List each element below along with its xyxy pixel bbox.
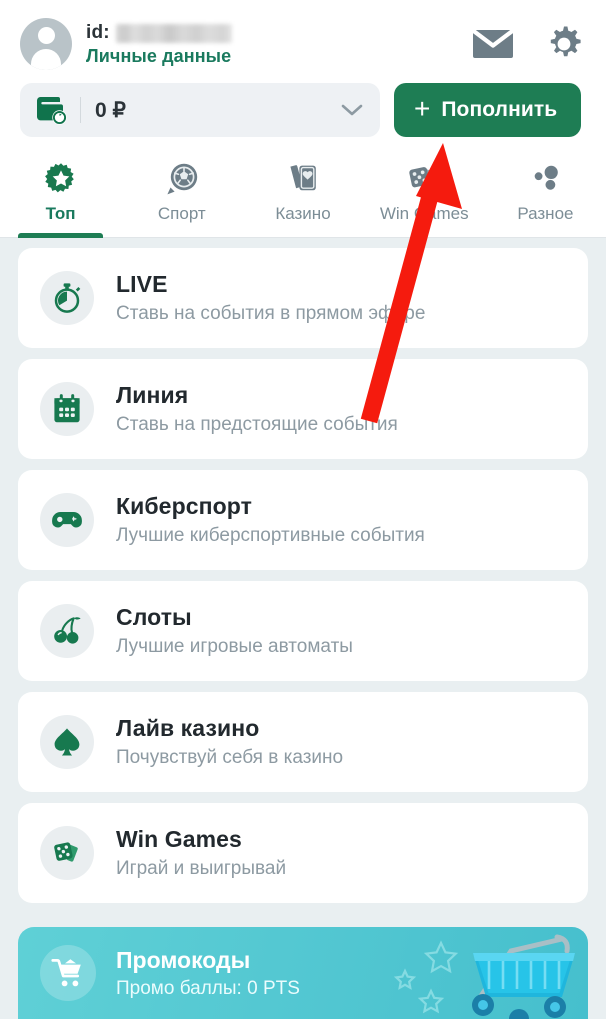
balance-amount: 0 ₽ xyxy=(95,98,126,122)
list-item-esports[interactable]: Киберспорт Лучшие киберспортивные событи… xyxy=(18,470,588,570)
user-id-label: id: xyxy=(86,21,110,43)
playing-cards-icon xyxy=(286,160,320,198)
list-item-subtitle: Лучшие киберспортивные события xyxy=(116,525,425,546)
list-item-text: Слоты Лучшие игровые автоматы xyxy=(116,604,353,658)
shopping-cart-icon xyxy=(40,945,96,1001)
user-id-line: id: xyxy=(86,22,232,44)
header-actions xyxy=(472,24,586,64)
tab-label: Топ xyxy=(45,204,76,223)
tab-label: Разное xyxy=(517,204,574,223)
stopwatch-icon xyxy=(40,271,94,325)
list-item-subtitle: Играй и выигрывай xyxy=(116,858,287,879)
personal-data-link[interactable]: Личные данные xyxy=(86,46,232,67)
wallet-refresh-icon xyxy=(34,94,68,126)
list-item-title: Слоты xyxy=(116,604,192,630)
list-item-text: Win Games Играй и выигрывай xyxy=(116,826,286,880)
deposit-button-label: Пополнить xyxy=(441,98,558,121)
list-item-line[interactable]: Линия Ставь на предстоящие события xyxy=(18,359,588,459)
app-header: id: Личные данные 0 ₽ + Пополнить xyxy=(0,0,606,150)
list-item-text: Лайв казино Почувствуй себя в казино xyxy=(116,715,343,769)
cherries-icon xyxy=(40,604,94,658)
list-item-text: LIVE Ставь на события в прямом эфире xyxy=(116,271,425,325)
avatar[interactable] xyxy=(20,18,72,70)
shopping-basket-illustration xyxy=(393,934,575,1019)
list-item-live[interactable]: LIVE Ставь на события в прямом эфире xyxy=(18,248,588,348)
list-item-text: Линия Ставь на предстоящие события xyxy=(116,382,398,436)
list-item-live-casino[interactable]: Лайв казино Почувствуй себя в казино xyxy=(18,692,588,792)
user-id-value-redacted xyxy=(115,24,232,43)
balance-divider xyxy=(80,97,81,123)
plus-icon: + xyxy=(414,93,431,124)
list-item-title: LIVE xyxy=(116,271,168,297)
list-item-title: Лайв казино xyxy=(116,715,260,741)
tab-casino[interactable]: Казино xyxy=(242,150,363,237)
tab-misc[interactable]: Разное xyxy=(485,150,606,237)
three-dots-icon xyxy=(528,160,562,198)
tab-label: Спорт xyxy=(157,204,206,223)
list-item-subtitle: Почувствуй себя в казино xyxy=(116,747,344,768)
category-list: LIVE Ставь на события в прямом эфире Лин… xyxy=(0,238,606,903)
dice-card-icon xyxy=(40,826,94,880)
list-item-subtitle: Ставь на предстоящие события xyxy=(116,414,398,435)
dice-cards-icon xyxy=(407,160,441,198)
list-item-title: Линия xyxy=(116,382,189,408)
envelope-icon[interactable] xyxy=(472,27,514,61)
list-item-subtitle: Ставь на события в прямом эфире xyxy=(116,303,426,324)
spade-icon xyxy=(40,715,94,769)
list-item-title: Киберспорт xyxy=(116,493,252,519)
list-item-win-games[interactable]: Win Games Играй и выигрывай xyxy=(18,803,588,903)
calendar-icon xyxy=(40,382,94,436)
soccer-ball-icon xyxy=(165,160,199,198)
promo-banner[interactable]: Промокоды Промо баллы: 0 PTS xyxy=(18,927,588,1019)
gamepad-icon xyxy=(40,493,94,547)
balance-row: 0 ₽ + Пополнить xyxy=(20,83,586,137)
star-badge-icon xyxy=(44,160,78,198)
tab-win-games[interactable]: Win Games xyxy=(364,150,485,237)
tab-top[interactable]: Топ xyxy=(0,150,121,238)
tab-label: Win Games xyxy=(379,204,469,223)
list-item-slots[interactable]: Слоты Лучшие игровые автоматы xyxy=(18,581,588,681)
header-top-row: id: Личные данные xyxy=(20,10,586,78)
promo-subtitle: Промо баллы: 0 PTS xyxy=(116,977,300,999)
chevron-down-icon[interactable] xyxy=(340,102,364,118)
user-identity-block: id: Личные данные xyxy=(86,22,232,67)
category-tabs: Топ Спорт Казино Win Games Разное xyxy=(0,150,606,238)
list-item-title: Win Games xyxy=(116,826,242,852)
deposit-button[interactable]: + Пополнить xyxy=(394,83,582,137)
tab-label: Казино xyxy=(275,204,331,223)
list-item-text: Киберспорт Лучшие киберспортивные событи… xyxy=(116,493,425,547)
gear-icon[interactable] xyxy=(544,24,584,64)
list-item-subtitle: Лучшие игровые автоматы xyxy=(116,636,353,657)
promo-title: Промокоды xyxy=(116,946,251,973)
balance-selector[interactable]: 0 ₽ xyxy=(20,83,380,137)
promo-text: Промокоды Промо баллы: 0 PTS xyxy=(116,947,300,1000)
tab-sport[interactable]: Спорт xyxy=(121,150,242,237)
